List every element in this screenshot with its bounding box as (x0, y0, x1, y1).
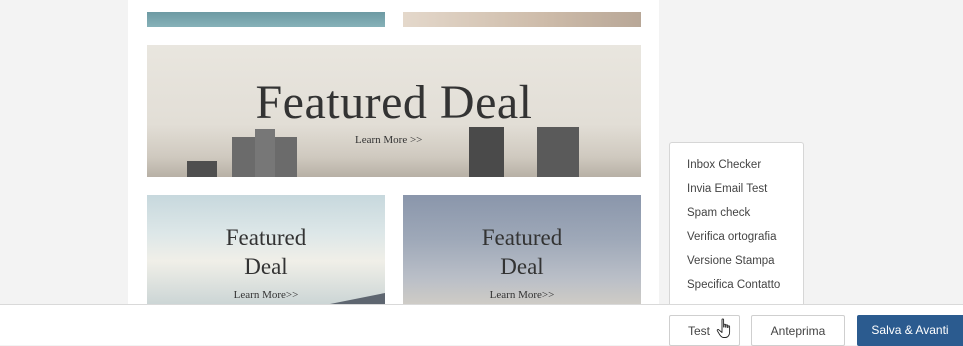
skyline-building (187, 161, 217, 177)
bottom-toolbar: Test Anteprima Salva & Avanti (0, 304, 963, 346)
card-learn-more[interactable]: Learn More>> (403, 289, 641, 301)
banner-learn-more[interactable]: Learn More >> (355, 134, 422, 146)
featured-deal-banner[interactable]: Featured Deal Learn More >> (147, 45, 641, 177)
test-button[interactable]: Test (669, 315, 740, 346)
preview-button[interactable]: Anteprima (751, 315, 845, 346)
save-and-continue-button[interactable]: Salva & Avanti (857, 315, 963, 346)
menu-item-inbox-checker[interactable]: Inbox Checker (670, 153, 803, 177)
card-title-line: Featured (225, 225, 307, 250)
menu-item-send-test-email[interactable]: Invia Email Test (670, 177, 803, 201)
card-title: Featured Deal (147, 223, 385, 281)
card-title-line: Featured (481, 225, 563, 250)
card-title-line: Deal (244, 254, 288, 279)
skyline-building (469, 127, 504, 177)
card-title: Featured Deal (403, 223, 641, 281)
skyline-building (537, 127, 579, 177)
content-image-top-right[interactable] (403, 12, 641, 27)
featured-deal-card-right[interactable]: Featured Deal Learn More>> (403, 195, 641, 305)
content-image-top-left[interactable] (147, 12, 385, 27)
banner-title: Featured Deal (255, 76, 533, 129)
skyline-building (255, 129, 275, 177)
menu-item-spam-check[interactable]: Spam check (670, 201, 803, 225)
test-dropdown-menu: Inbox Checker Invia Email Test Spam chec… (669, 142, 804, 305)
card-title-line: Deal (500, 254, 544, 279)
menu-item-print-version[interactable]: Versione Stampa (670, 249, 803, 273)
menu-item-spell-check[interactable]: Verifica ortografia (670, 225, 803, 249)
hand-pointer-icon (716, 318, 731, 338)
test-button-label: Test (688, 324, 711, 338)
menu-item-specific-contact[interactable]: Specifica Contatto (670, 273, 803, 297)
featured-deal-card-left[interactable]: Featured Deal Learn More>> (147, 195, 385, 305)
